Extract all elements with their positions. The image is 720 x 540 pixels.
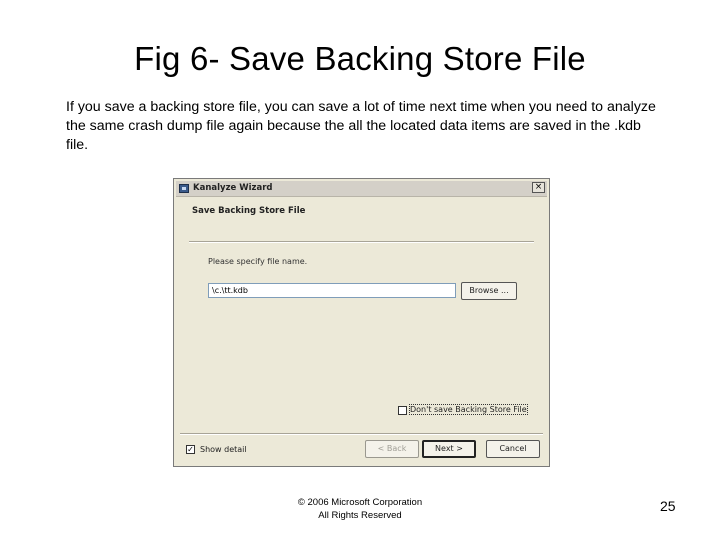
rights-line: All Rights Reserved [318,510,402,521]
header-separator [189,241,534,243]
wizard-step-title: Save Backing Store File [192,206,306,216]
filename-input[interactable] [208,283,456,298]
browse-button[interactable]: Browse ... [461,282,517,300]
close-button[interactable]: × [532,182,545,193]
footer-separator [180,433,543,435]
copyright-footer: © 2006 Microsoft Corporation All Rights … [260,496,460,522]
copyright-line: © 2006 Microsoft Corporation [297,497,423,508]
slide-title: Fig 6- Save Backing Store File [134,40,586,77]
dont-save-label[interactable]: Don't save Backing Store File [409,404,528,415]
app-icon [179,184,189,193]
show-detail-label[interactable]: Show detail [200,445,247,454]
slide-body-text: If you save a backing store file, you ca… [66,99,656,153]
filename-prompt: Please specify file name. [208,257,308,266]
back-button[interactable]: < Back [365,440,419,458]
show-detail-checkbox[interactable]: ✓ [186,445,195,454]
cancel-button[interactable]: Cancel [486,440,540,458]
dont-save-checkbox[interactable] [398,406,407,415]
dialog-titlebar[interactable]: Kanalyze Wizard × [176,181,547,197]
next-button[interactable]: Next > [422,440,476,458]
kanalyze-wizard-dialog: Kanalyze Wizard × Save Backing Store Fil… [173,178,550,467]
dialog-title: Kanalyze Wizard [193,183,273,193]
page-number: 25 [660,498,676,514]
wizard-header-panel: Save Backing Store File [176,197,547,242]
